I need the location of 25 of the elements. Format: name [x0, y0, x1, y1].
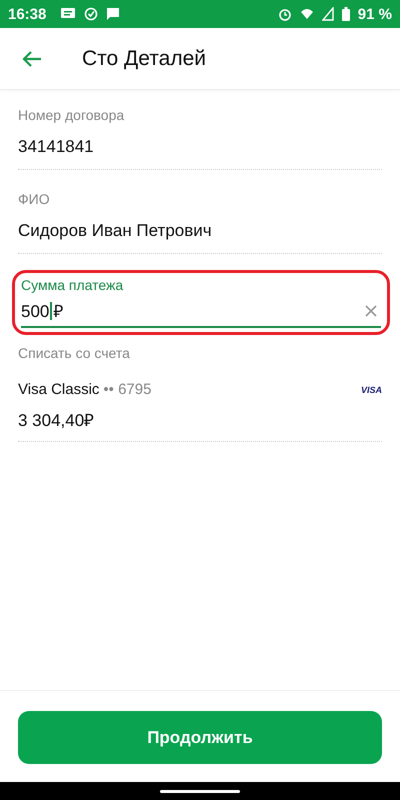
card-number: •• 6795: [103, 381, 152, 398]
back-arrow-icon[interactable]: [22, 50, 42, 68]
field-label: Списать со счета: [18, 345, 130, 361]
battery-icon: [342, 7, 350, 21]
card-brand-logo: VISA: [360, 384, 382, 394]
field-label: Сумма платежа: [21, 277, 124, 293]
chat-icon: [106, 7, 120, 21]
card-name: Visa Classic: [18, 381, 100, 398]
wifi-icon: [300, 7, 314, 21]
account-balance: 3 304,40₽: [18, 410, 94, 431]
alarm-icon: [278, 7, 292, 21]
field-value: 34141841: [18, 137, 94, 157]
signal-icon: [322, 7, 334, 21]
check-circle-icon: [84, 7, 98, 21]
clear-icon[interactable]: [365, 304, 377, 316]
battery-percent: 91 %: [358, 6, 392, 22]
home-handle[interactable]: [160, 790, 240, 792]
screen-title: Сто Деталей: [82, 46, 206, 70]
field-value: Сидоров Иван Петрович: [18, 221, 212, 241]
status-time: 16:38: [8, 6, 46, 22]
amount-field[interactable]: Сумма платежа 500 ₽: [12, 270, 390, 335]
field-label: ФИО: [18, 191, 50, 207]
field-label: Номер договора: [18, 107, 124, 123]
amount-value: 500 ₽: [21, 301, 64, 322]
message-icon: [60, 7, 76, 21]
